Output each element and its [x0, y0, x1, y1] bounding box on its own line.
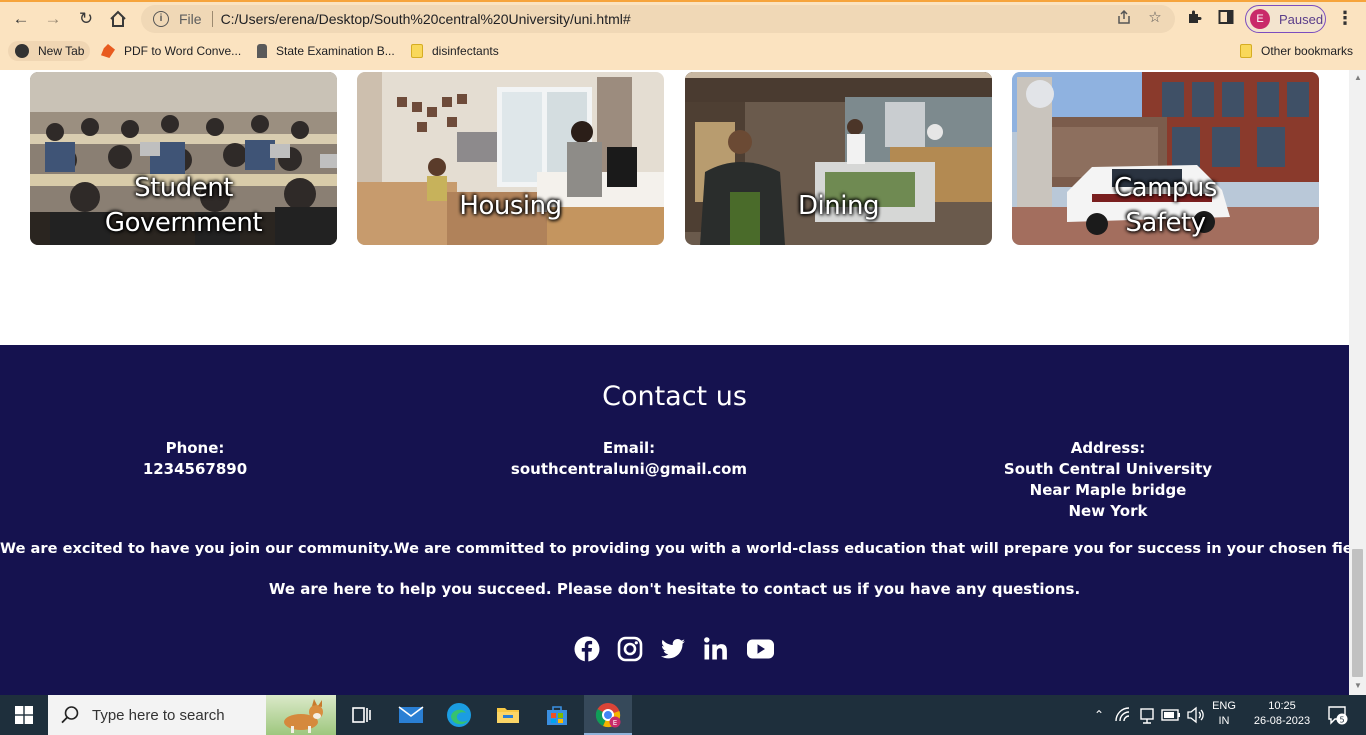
other-bookmarks[interactable]: Other bookmarks [1240, 41, 1353, 61]
mail-icon[interactable] [397, 701, 425, 729]
bookmark-label: PDF to Word Conve... [124, 44, 242, 58]
card-dining[interactable]: Dining [685, 72, 992, 245]
phone-label: Phone: [165, 439, 225, 457]
pdf-icon [101, 44, 115, 58]
microsoft-store-icon[interactable] [543, 701, 571, 729]
lang-bottom: IN [1218, 715, 1230, 727]
search-highlight-image [266, 695, 336, 735]
card-housing[interactable]: Housing [357, 72, 664, 245]
address-line3: New York [1068, 502, 1148, 520]
clock-date: 26-08-2023 [1253, 715, 1311, 727]
browser-toolbar: ← → ↻ i File C:/Users/erena/Desktop/Sout… [0, 0, 1366, 70]
page-viewport: Student Government Housing Dining Campus… [0, 70, 1349, 695]
email-label: Email: [602, 439, 656, 457]
card-campus-safety[interactable]: Campus Safety [1012, 72, 1319, 245]
card-student-government[interactable]: Student Government [30, 72, 337, 245]
emblem-icon [257, 44, 267, 58]
volume-icon[interactable] [1185, 705, 1205, 725]
bookmark-star-icon[interactable]: ☆ [1146, 9, 1164, 27]
bookmark-disinfectants[interactable]: disinfectants [411, 41, 499, 61]
instagram-icon[interactable] [617, 636, 643, 662]
edge-browser-icon[interactable] [445, 701, 473, 729]
chevron-up-icon[interactable]: ⌃ [1090, 695, 1108, 735]
start-button[interactable] [0, 695, 48, 735]
search-icon [61, 706, 79, 724]
folder-icon [1240, 44, 1252, 58]
card-title: Dining [798, 191, 879, 221]
menu-icon[interactable]: ⋮ [1336, 8, 1354, 30]
welcome-message: We are excited to have you join our comm… [0, 540, 1349, 557]
omnibox-divider [211, 11, 213, 27]
address-line2: Near Maple bridge [1029, 481, 1187, 499]
card-title-line1: Campus [1114, 173, 1217, 203]
back-icon[interactable]: ← [9, 8, 33, 30]
folder-icon [411, 44, 423, 58]
other-bookmarks-label: Other bookmarks [1261, 44, 1354, 58]
profile-status: Paused [1279, 11, 1324, 27]
extensions-icon[interactable] [1184, 9, 1204, 29]
wifi-icon[interactable] [1113, 705, 1133, 725]
lang-top: ENG [1212, 700, 1236, 712]
bookmark-pdf-to-word[interactable]: PDF to Word Conve... [101, 41, 241, 61]
reload-icon[interactable]: ↻ [74, 8, 98, 30]
help-message: We are here to help you succeed. Please … [268, 580, 1081, 598]
contact-title: Contact us [602, 381, 747, 412]
bookmark-state-examination[interactable]: State Examination B... [257, 41, 395, 61]
twitter-icon[interactable] [660, 636, 686, 662]
address-line1: South Central University [1003, 460, 1213, 478]
linkedin-icon[interactable] [703, 636, 729, 662]
phone-value: 1234567890 [142, 460, 248, 478]
bookmark-label: State Examination B... [276, 44, 395, 58]
page-scrollbar-thumb[interactable] [1352, 549, 1363, 677]
facebook-icon[interactable] [574, 636, 600, 662]
search-placeholder: Type here to search [92, 706, 225, 724]
url-text[interactable]: C:/Users/erena/Desktop/South%20central%2… [221, 11, 631, 27]
file-explorer-icon[interactable] [494, 701, 522, 729]
clock-time: 10:25 [1268, 700, 1296, 712]
notification-count: 5 [1339, 716, 1344, 725]
contact-phone: Phone: 1234567890 [95, 438, 295, 480]
network-icon[interactable] [1138, 705, 1156, 725]
svg-text:E: E [613, 719, 617, 727]
scroll-down-icon[interactable]: ▼ [1353, 681, 1363, 691]
url-scheme: File [179, 11, 202, 27]
contact-address: Address: South Central University Near M… [978, 438, 1238, 522]
bookmark-new-tab[interactable]: New Tab [8, 41, 91, 61]
home-icon[interactable] [106, 8, 130, 30]
clock[interactable]: 10:25 26-08-2023 [1246, 695, 1318, 735]
share-icon[interactable] [1115, 9, 1133, 27]
contact-footer: Contact us Phone: 1234567890 Email: sout… [0, 345, 1349, 695]
address-bar[interactable]: i File C:/Users/erena/Desktop/South%20ce… [141, 5, 1175, 33]
notification-center[interactable]: 5 [1322, 695, 1352, 735]
notification-icon: 5 [1328, 706, 1348, 725]
chrome-icon: E [595, 703, 621, 728]
site-info-icon[interactable]: i [153, 11, 169, 27]
taskbar-search[interactable]: Type here to search [48, 695, 336, 735]
scroll-up-icon[interactable]: ▲ [1353, 73, 1363, 83]
bookmark-label: New Tab [38, 44, 85, 58]
avatar: E [1250, 9, 1270, 29]
card-title-line2: Safety [1125, 208, 1206, 238]
youtube-icon[interactable] [746, 636, 775, 662]
task-view-icon[interactable] [347, 701, 375, 729]
profile-button[interactable]: E Paused [1245, 5, 1326, 33]
forward-icon[interactable]: → [41, 8, 65, 30]
card-title: Housing [459, 191, 562, 221]
card-title-line2: Government [104, 208, 263, 238]
card-title-line1: Student [134, 173, 233, 203]
bookmark-label: disinfectants [432, 44, 499, 58]
contact-email: Email: southcentraluni@gmail.com [479, 438, 779, 480]
chrome-taskbar-button[interactable]: E [584, 695, 632, 735]
side-panel-icon[interactable] [1216, 9, 1236, 29]
globe-icon [15, 44, 29, 58]
social-links [0, 636, 1349, 662]
battery-icon[interactable] [1160, 706, 1182, 724]
windows-taskbar: Type here to search E ⌃ ENG IN 10:25 26-… [0, 695, 1366, 735]
email-value: southcentraluni@gmail.com [510, 460, 748, 478]
windows-logo-icon [15, 706, 33, 724]
language-indicator[interactable]: ENG IN [1208, 695, 1240, 735]
address-label: Address: [1070, 439, 1146, 457]
